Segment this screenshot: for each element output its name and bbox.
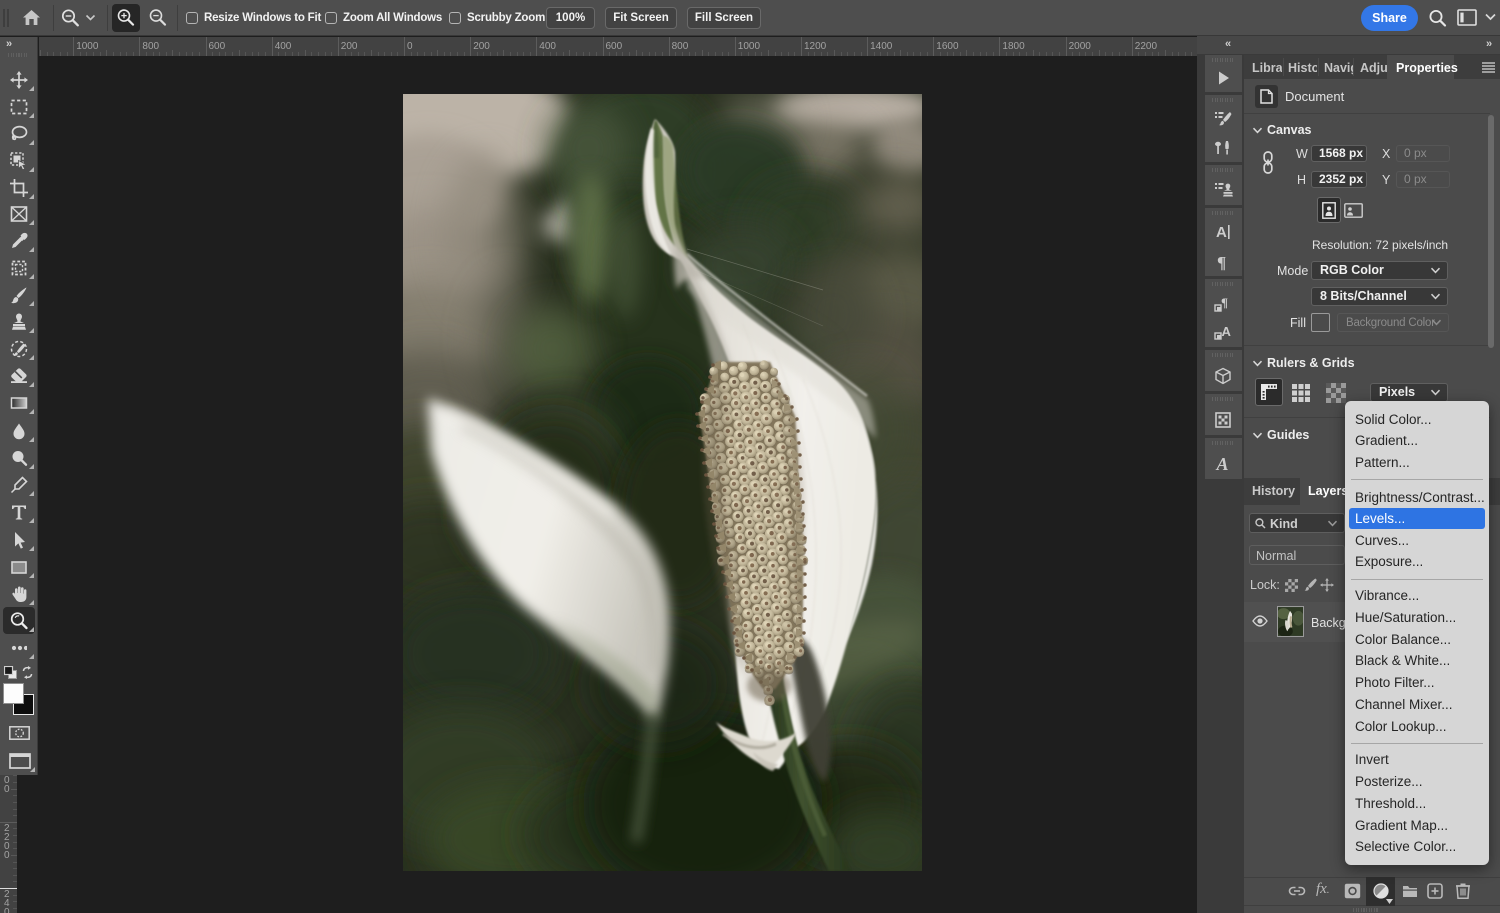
svg-text:¶: ¶ xyxy=(1217,253,1226,272)
svg-text:¶: ¶ xyxy=(1221,295,1228,310)
svg-text:A: A xyxy=(1222,324,1232,339)
svg-text:A: A xyxy=(1216,454,1229,474)
svg-text:A: A xyxy=(1216,224,1227,241)
